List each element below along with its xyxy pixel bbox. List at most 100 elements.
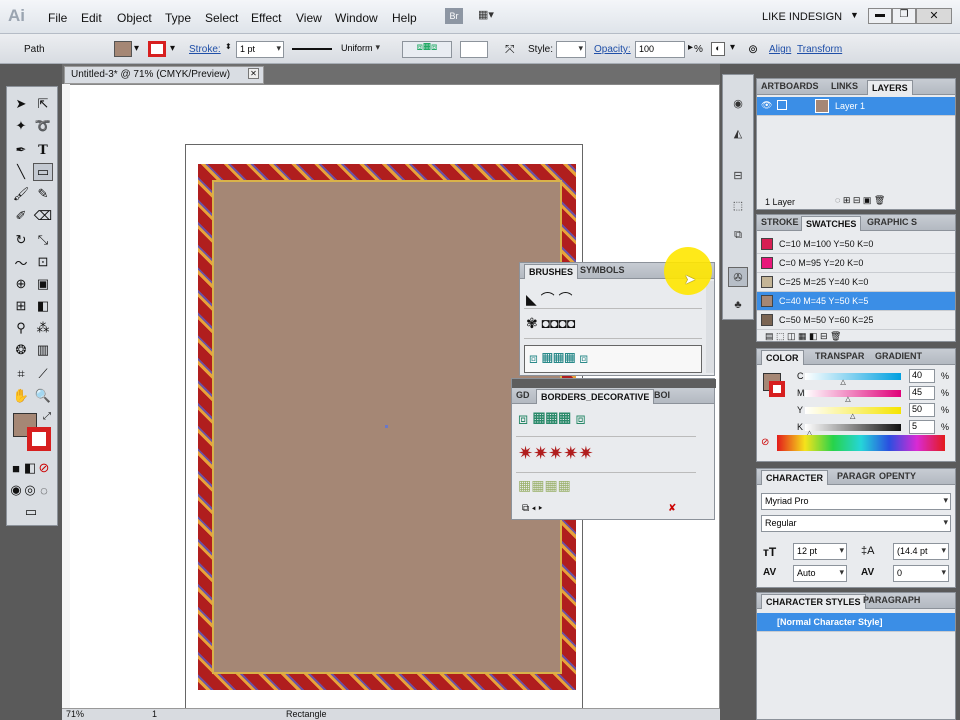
swap-arrow-icon[interactable]: ⤢: [43, 411, 51, 422]
brush-row[interactable]: ✾ ◘◘◘◘: [524, 311, 702, 339]
chevron-down-icon[interactable]: ▾: [170, 43, 175, 54]
tab-stroke[interactable]: STROKE: [761, 217, 799, 227]
appearance-icon[interactable]: ◉: [730, 95, 746, 111]
brush-definition-dropdown[interactable]: ⧈▦⧈: [402, 41, 452, 58]
stroke-weight-field[interactable]: 1 pt: [236, 41, 284, 58]
remove-brush-icon[interactable]: ✘: [668, 503, 676, 514]
leading-field[interactable]: (14.4 pt: [893, 543, 949, 560]
draw-normal-icon[interactable]: ◉: [9, 481, 23, 499]
kerning-field[interactable]: Auto: [793, 565, 847, 582]
tab-layers[interactable]: LAYERS: [867, 80, 913, 95]
symbols-icon[interactable]: ♣: [730, 297, 746, 313]
tab-links[interactable]: LINKS: [831, 81, 858, 91]
tab-transparency[interactable]: TRANSPAR: [815, 351, 864, 361]
perspective-grid-tool-icon[interactable]: ⊞: [11, 297, 31, 315]
magic-wand-tool-icon[interactable]: ✦: [11, 117, 31, 135]
opacity-label[interactable]: Opacity:: [594, 44, 631, 55]
chevron-down-icon[interactable]: ▾: [134, 43, 139, 54]
hand-tool-icon[interactable]: ✋: [11, 387, 31, 405]
none-mode-icon[interactable]: ⊘: [37, 459, 51, 477]
minimize-button[interactable]: ▬: [868, 8, 892, 24]
slice-tool-icon[interactable]: ⟋: [33, 365, 53, 383]
line-tool-icon[interactable]: ╲: [11, 163, 31, 181]
menu-type[interactable]: Type: [165, 11, 191, 25]
brush-row-selected[interactable]: ⧈ ▦▦▦ ⧈: [524, 345, 702, 373]
font-style-dropdown[interactable]: Regular: [761, 515, 951, 532]
close-button[interactable]: ✕: [916, 8, 952, 24]
menu-effect[interactable]: Effect: [251, 11, 281, 25]
channel-slider[interactable]: △: [805, 390, 901, 403]
workspace-switcher[interactable]: LIKE INDESIGN: [762, 11, 842, 23]
blob-brush-tool-icon[interactable]: ✐: [11, 207, 31, 225]
current-tool-status[interactable]: Rectangle: [286, 709, 327, 719]
slider-thumb[interactable]: △: [845, 395, 850, 403]
document-tab[interactable]: Untitled-3* @ 71% (CMYK/Preview) ✕: [64, 66, 264, 84]
blend-tool-icon[interactable]: ⁂: [33, 319, 53, 337]
tab-opentype[interactable]: OPENTY: [879, 471, 916, 481]
opacity-field[interactable]: 100: [635, 41, 685, 58]
draw-behind-icon[interactable]: ◎: [23, 481, 37, 499]
tab-color[interactable]: COLOR: [761, 350, 804, 365]
border-sample-row[interactable]: ⧈ ▦▦▦ ⧈: [516, 407, 696, 437]
border-sample-row[interactable]: ✷✷✷✷✷: [516, 439, 696, 473]
column-graph-tool-icon[interactable]: ▥: [33, 341, 53, 359]
transform-link[interactable]: Transform: [797, 44, 842, 55]
live-paint-tool-icon[interactable]: ▣: [33, 275, 53, 293]
tab-symbols[interactable]: SYMBOLS: [580, 265, 625, 275]
slider-thumb[interactable]: △: [850, 412, 855, 420]
stroke-color-box[interactable]: [769, 381, 785, 397]
panel-title-bar[interactable]: [512, 379, 716, 388]
tab-paragraph[interactable]: PARAGR: [837, 471, 875, 481]
tab-brushes[interactable]: BRUSHES: [524, 264, 579, 279]
menu-window[interactable]: Window: [335, 11, 378, 25]
zoom-level[interactable]: 71%: [66, 709, 84, 719]
transform-icon[interactable]: ⬚: [730, 197, 746, 213]
tab-swatches[interactable]: SWATCHES: [801, 216, 862, 231]
recolor-artwork-icon[interactable]: ◐: [711, 42, 725, 56]
lasso-tool-icon[interactable]: ➰: [33, 117, 53, 135]
swatch-row[interactable]: C=40 M=45 Y=50 K=5: [757, 292, 955, 311]
direct-selection-tool-icon[interactable]: ⇱: [33, 95, 53, 113]
eraser-tool-icon[interactable]: ⌫: [33, 207, 53, 225]
stroke-color-box[interactable]: [27, 427, 51, 451]
scrollbar[interactable]: [706, 281, 714, 373]
none-color-icon[interactable]: ⊘: [761, 437, 769, 448]
page-number[interactable]: 1: [152, 709, 157, 719]
swatch-actions-icon[interactable]: ▤ ⬚ ◫ ▦ ◧ ⊟ 🗑: [765, 331, 842, 342]
selection-tool-icon[interactable]: ➤: [11, 95, 31, 113]
type-tool-icon[interactable]: T: [33, 141, 53, 159]
tab-paragraph-styles[interactable]: PARAGRAPH: [863, 595, 920, 605]
tab-gradient[interactable]: GRADIENT: [875, 351, 922, 361]
symbol-sprayer-tool-icon[interactable]: ❂: [11, 341, 31, 359]
tab-artboards[interactable]: ARTBOARDS: [761, 81, 819, 91]
close-tab-icon[interactable]: ✕: [248, 68, 259, 79]
tab-character-styles[interactable]: CHARACTER STYLES: [761, 594, 866, 609]
chevron-down-icon[interactable]: ▾: [730, 42, 735, 53]
channel-slider[interactable]: △: [805, 407, 901, 420]
channel-value-field[interactable]: 50: [909, 403, 935, 417]
menu-file[interactable]: File: [48, 11, 67, 25]
channel-slider[interactable]: △: [805, 424, 901, 437]
swatch-row[interactable]: C=50 M=50 Y=60 K=25: [757, 311, 955, 330]
chevron-right-icon[interactable]: ▸: [688, 42, 693, 53]
profile-dropdown[interactable]: Uniform: [338, 41, 382, 58]
align-icon[interactable]: ⊟: [730, 167, 746, 183]
zoom-tool-icon[interactable]: 🔍: [33, 387, 53, 405]
color-mode-icon[interactable]: ■: [9, 459, 23, 477]
tab-gd[interactable]: GD: [516, 390, 530, 400]
free-transform-tool-icon[interactable]: ⊡: [33, 253, 53, 271]
pencil-tool-icon[interactable]: ✎: [33, 185, 53, 203]
artboard-tool-icon[interactable]: ⌗: [11, 365, 31, 383]
isolate-icon[interactable]: ⤧: [505, 42, 515, 57]
layer-actions-icon[interactable]: ◌ ⊞ ⊟ ▣ 🗑: [835, 195, 885, 206]
layer-name[interactable]: Layer 1: [835, 101, 865, 111]
tab-boi[interactable]: BOI: [654, 390, 670, 400]
screen-mode-icon[interactable]: ▭: [21, 503, 41, 521]
swatch-row[interactable]: C=10 M=100 Y=50 K=0: [757, 235, 955, 254]
tab-graphic-styles[interactable]: GRAPHIC S: [867, 217, 917, 227]
pen-tool-icon[interactable]: ✒: [11, 141, 31, 159]
gradient-mode-icon[interactable]: ◧: [23, 459, 37, 477]
menu-select[interactable]: Select: [205, 11, 238, 25]
pathfinder-icon[interactable]: ⧉: [730, 227, 746, 243]
bridge-button[interactable]: Br: [445, 8, 463, 24]
